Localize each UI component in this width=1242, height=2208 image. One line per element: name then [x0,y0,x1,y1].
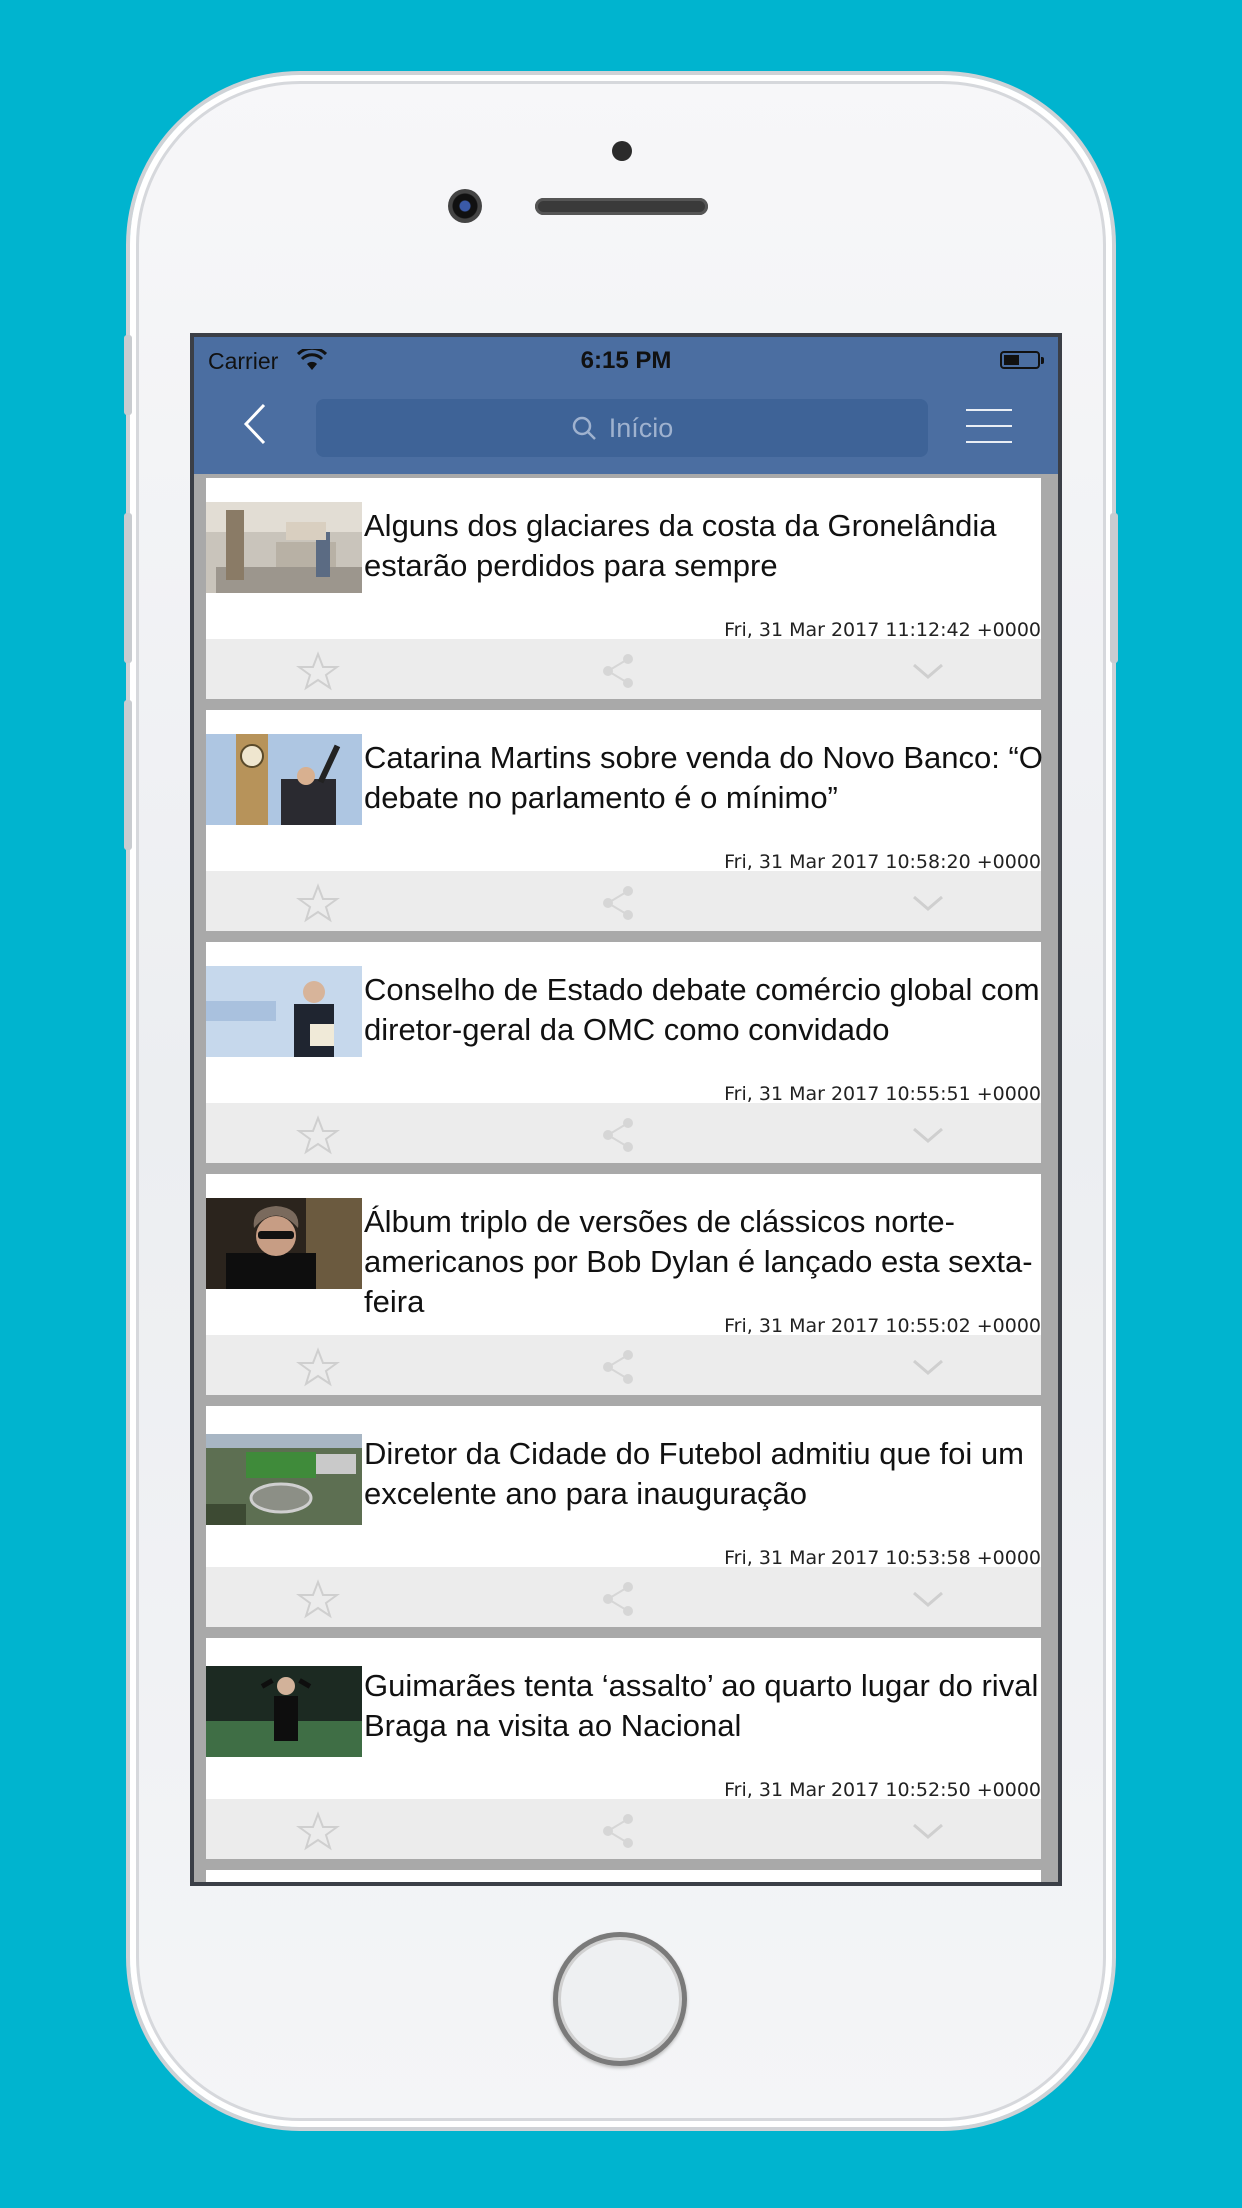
article-date: Fri, 31 Mar 2017 10:55:51 +0000 [724,1083,1041,1105]
article-date: Fri, 31 Mar 2017 11:12:42 +0000 [724,619,1041,641]
status-time: 6:15 PM [580,347,672,374]
hamburger-menu-icon[interactable] [966,407,1014,447]
article-headline[interactable]: Guimarães tenta ‘assalto’ ao quarto luga… [364,1666,1044,1746]
share-icon[interactable] [596,1811,640,1851]
article-action-bar [206,1567,1041,1627]
volume-down-button [124,700,132,850]
article-headline[interactable]: Alguns dos glaciares da costa da Gronelâ… [364,506,1044,586]
article-card[interactable]: Conselho de Estado debate comércio globa… [206,942,1041,1163]
article-card[interactable]: Álbum triplo de versões de clássicos nor… [206,1174,1041,1395]
article-action-bar [206,1335,1041,1395]
search-placeholder: Início [608,412,674,443]
chevron-down-icon[interactable] [906,1811,950,1851]
front-camera [448,189,482,223]
battery-icon [1000,351,1044,369]
article-card[interactable]: Diretor da Cidade do Futebol admitiu que… [206,1406,1041,1627]
article-action-bar [206,1799,1041,1859]
article-headline[interactable]: Catarina Martins sobre venda do Novo Ban… [364,738,1044,818]
star-icon[interactable] [296,1347,340,1387]
phone-screen: Carrier 6:15 PM Início Alguns dos glacia… [190,333,1062,1886]
article-action-bar [206,871,1041,931]
home-button[interactable] [553,1932,687,2066]
proximity-sensor [612,141,632,161]
star-icon[interactable] [296,883,340,923]
article-thumbnail [206,734,362,825]
article-headline[interactable]: Álbum triplo de versões de clássicos nor… [364,1202,1044,1322]
share-icon[interactable] [596,1347,640,1387]
share-icon[interactable] [596,883,640,923]
article-headline[interactable]: Conselho de Estado debate comércio globa… [364,970,1044,1050]
article-thumbnail [206,1198,362,1289]
article-card[interactable]: Guimarães tenta ‘assalto’ ao quarto luga… [206,1638,1041,1859]
share-icon[interactable] [596,651,640,691]
article-card-partial[interactable] [206,1870,1041,1882]
article-date: Fri, 31 Mar 2017 10:55:02 +0000 [724,1315,1041,1337]
power-button [1110,513,1118,663]
share-icon[interactable] [596,1115,640,1155]
search-icon [572,416,596,440]
star-icon[interactable] [296,1579,340,1619]
search-bar[interactable]: Início [316,399,928,457]
chevron-down-icon[interactable] [906,1347,950,1387]
mute-switch [124,335,132,415]
chevron-down-icon[interactable] [906,1579,950,1619]
article-list[interactable]: Alguns dos glaciares da costa da Gronelâ… [206,478,1044,1882]
article-card[interactable]: Catarina Martins sobre venda do Novo Ban… [206,710,1044,931]
article-thumbnail [206,1434,362,1525]
article-date: Fri, 31 Mar 2017 10:58:20 +0000 [724,851,1041,873]
share-icon[interactable] [596,1579,640,1619]
article-thumbnail [206,502,362,593]
chevron-down-icon[interactable] [906,883,950,923]
article-action-bar [206,1103,1041,1163]
navigation-bar: Carrier 6:15 PM Início [194,337,1058,474]
chevron-down-icon[interactable] [906,651,950,691]
article-headline[interactable]: Diretor da Cidade do Futebol admitiu que… [364,1434,1044,1514]
back-chevron-icon[interactable] [238,399,278,449]
article-date: Fri, 31 Mar 2017 10:53:58 +0000 [724,1547,1041,1569]
article-thumbnail [206,966,362,1057]
article-thumbnail [206,1666,362,1757]
article-card[interactable]: Alguns dos glaciares da costa da Gronelâ… [206,478,1041,699]
article-date: Fri, 31 Mar 2017 10:52:50 +0000 [724,1779,1041,1801]
star-icon[interactable] [296,1115,340,1155]
article-action-bar [206,639,1041,699]
earpiece-speaker [535,198,708,215]
status-bar: Carrier 6:15 PM [194,337,1058,383]
star-icon[interactable] [296,651,340,691]
star-icon[interactable] [296,1811,340,1851]
chevron-down-icon[interactable] [906,1115,950,1155]
volume-up-button [124,513,132,663]
